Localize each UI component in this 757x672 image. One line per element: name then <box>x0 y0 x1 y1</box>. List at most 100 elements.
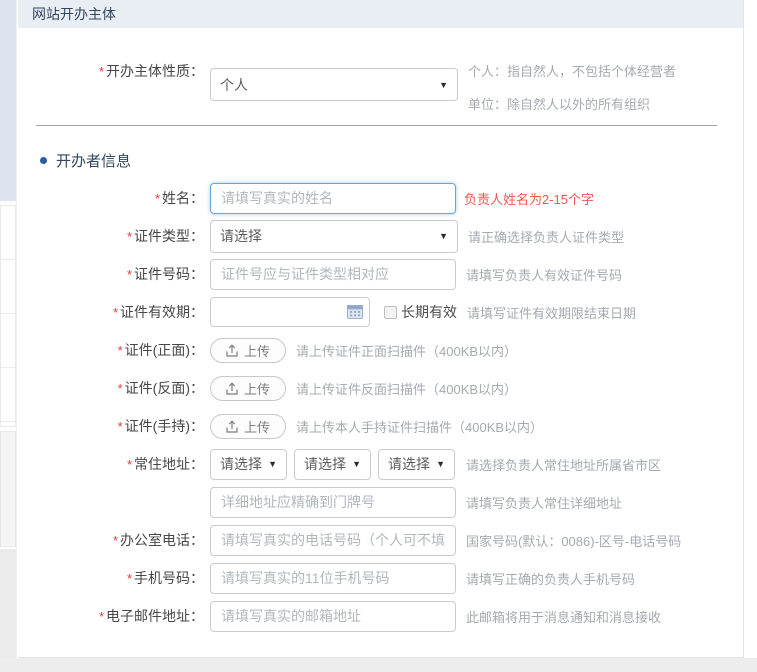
left-strip-box <box>1 260 15 314</box>
panel-title: 网站开办主体 <box>32 6 116 22</box>
chevron-down-icon: ▼ <box>268 459 277 469</box>
row-email: *电子邮件地址： 此邮箱将用于消息通知和消息接收 <box>18 600 743 632</box>
subject-nature-select[interactable]: 个人 ▼ <box>210 68 458 101</box>
id-back-hint: 请上传证件反面扫描件（400KB以内） <box>296 379 517 398</box>
address-province-value: 请选择 <box>220 454 262 474</box>
section-divider <box>36 125 717 126</box>
id-number-input[interactable] <box>210 259 456 290</box>
left-strip-box <box>1 314 15 368</box>
left-strip-box <box>1 368 15 422</box>
row-id-back: *证件(反面)： 上传 请上传证件反面扫描件（400KB以内） <box>18 372 743 404</box>
required-mark: * <box>127 267 132 282</box>
id-hold-upload-label: 上传 <box>244 417 270 436</box>
address-district-value: 请选择 <box>388 454 430 474</box>
panel-header: 网站开办主体 <box>18 0 743 28</box>
website-subject-panel: 网站开办主体 *开办主体性质： 个人 ▼ 个人：指自然人，不包括个体经营者 单位… <box>18 0 744 658</box>
mobile-label: *手机号码： <box>18 568 206 588</box>
required-mark: * <box>99 64 104 79</box>
id-back-upload-label: 上传 <box>244 379 270 398</box>
row-id-type: *证件类型： 请选择 ▼ 请正确选择负责人证件类型 <box>18 220 743 252</box>
required-mark: * <box>155 191 160 206</box>
name-label: *姓名： <box>18 188 206 208</box>
required-mark: * <box>127 229 132 244</box>
upload-icon <box>226 344 238 357</box>
id-type-hint: 请正确选择负责人证件类型 <box>468 227 624 246</box>
required-mark: * <box>127 571 132 586</box>
required-mark: * <box>113 305 118 320</box>
id-hold-upload-button[interactable]: 上传 <box>210 414 286 439</box>
row-id-validity: *证件有效期： 长期有效 请填写证件有效期限结束日期 <box>18 296 743 328</box>
left-strip-box <box>1 206 15 260</box>
long-term-checkbox-label: 长期有效 <box>401 302 457 322</box>
mobile-input[interactable] <box>210 563 456 594</box>
address-province-select[interactable]: 请选择 ▼ <box>210 449 287 480</box>
email-label: *电子邮件地址： <box>18 606 206 626</box>
row-id-front: *证件(正面)： 上传 请上传证件正面扫描件（400KB以内） <box>18 334 743 366</box>
address-detail-input[interactable] <box>210 487 456 518</box>
email-input[interactable] <box>210 601 456 632</box>
row-name: *姓名： 负责人姓名为2-15个字 <box>18 182 743 214</box>
subject-nature-hint-2: 单位：除自然人以外的所有组织 <box>468 96 676 114</box>
office-phone-label: *办公室电话： <box>18 530 206 550</box>
row-mobile: *手机号码： 请填写正确的负责人手机号码 <box>18 562 743 594</box>
left-strip-bottom <box>0 549 16 672</box>
section-title-text: 开办者信息 <box>56 150 131 171</box>
id-number-hint: 请填写负责人有效证件号码 <box>466 265 622 284</box>
page: 网站开办主体 *开办主体性质： 个人 ▼ 个人：指自然人，不包括个体经营者 单位… <box>0 0 757 672</box>
chevron-down-icon: ▼ <box>439 80 448 90</box>
id-front-upload-label: 上传 <box>244 341 270 360</box>
section-bullet-icon <box>40 157 47 164</box>
address-city-value: 请选择 <box>304 454 346 474</box>
address-city-select[interactable]: 请选择 ▼ <box>294 449 371 480</box>
row-address-detail: 请填写负责人常住详细地址 <box>18 486 743 518</box>
required-mark: * <box>127 457 132 472</box>
left-strip-top <box>0 0 16 201</box>
row-id-hold: *证件(手持)： 上传 请上传本人手持证件扫描件（400KB以内） <box>18 410 743 442</box>
id-type-label: *证件类型： <box>18 226 206 246</box>
subject-nature-value: 个人 <box>220 75 248 95</box>
id-back-upload-button[interactable]: 上传 <box>210 376 286 401</box>
name-input[interactable] <box>210 183 456 214</box>
id-validity-date-input[interactable] <box>210 297 370 327</box>
id-type-select[interactable]: 请选择 ▼ <box>210 220 458 253</box>
required-mark: * <box>118 381 123 396</box>
office-phone-input[interactable] <box>210 525 456 556</box>
left-edge-decoration <box>0 0 17 672</box>
page-footer-background <box>0 658 757 672</box>
id-front-hint: 请上传证件正面扫描件（400KB以内） <box>296 341 517 360</box>
id-front-label: *证件(正面)： <box>18 340 206 360</box>
section-title-founder-info: 开办者信息 <box>40 150 743 170</box>
chevron-down-icon: ▼ <box>436 459 445 469</box>
panel-body: *开办主体性质： 个人 ▼ 个人：指自然人，不包括个体经营者 单位：除自然人以外… <box>18 28 743 632</box>
address-detail-hint: 请填写负责人常住详细地址 <box>466 493 622 512</box>
id-validity-label: *证件有效期： <box>18 302 206 322</box>
chevron-down-icon: ▼ <box>439 231 448 241</box>
subject-nature-hint-1: 个人：指自然人，不包括个体经营者 <box>468 55 676 88</box>
required-mark: * <box>99 609 104 624</box>
name-hint: 负责人姓名为2-15个字 <box>464 189 594 208</box>
email-hint: 此邮箱将用于消息通知和消息接收 <box>466 607 661 626</box>
required-mark: * <box>118 343 123 358</box>
id-type-value: 请选择 <box>220 226 262 246</box>
address-district-select[interactable]: 请选择 ▼ <box>378 449 455 480</box>
mobile-hint: 请填写正确的负责人手机号码 <box>466 569 635 588</box>
id-hold-hint: 请上传本人手持证件扫描件（400KB以内） <box>296 417 543 436</box>
id-validity-hint: 请填写证件有效期限结束日期 <box>467 303 636 322</box>
long-term-checkbox[interactable] <box>384 306 397 319</box>
left-strip-mid <box>0 431 16 547</box>
id-hold-label: *证件(手持)： <box>18 416 206 436</box>
row-id-number: *证件号码： 请填写负责人有效证件号码 <box>18 258 743 290</box>
chevron-down-icon: ▼ <box>352 459 361 469</box>
id-front-upload-button[interactable]: 上传 <box>210 338 286 363</box>
office-phone-hint: 国家号码(默认：0086)-区号-电话号码 <box>466 531 681 550</box>
upload-icon <box>226 382 238 395</box>
id-back-label: *证件(反面)： <box>18 378 206 398</box>
left-strip-boxes <box>0 205 16 427</box>
id-number-label: *证件号码： <box>18 264 206 284</box>
upload-icon <box>226 420 238 433</box>
calendar-icon[interactable] <box>347 304 363 324</box>
row-address: *常住地址： 请选择 ▼ 请选择 ▼ 请选择 ▼ 请选择负责人常住地址所属省市区 <box>18 448 743 480</box>
required-mark: * <box>118 419 123 434</box>
required-mark: * <box>113 533 118 548</box>
row-office-phone: *办公室电话： 国家号码(默认：0086)-区号-电话号码 <box>18 524 743 556</box>
